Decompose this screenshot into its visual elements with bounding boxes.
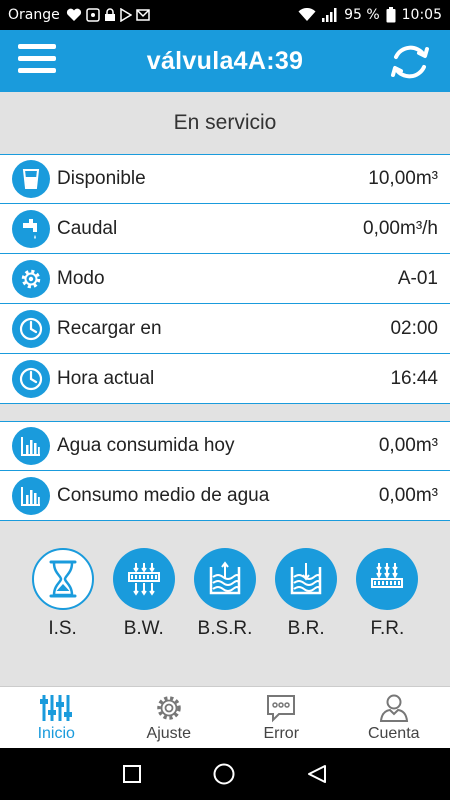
page-title: válvula4A:39: [146, 46, 304, 75]
bar-chart-icon: [12, 476, 50, 515]
clock-icon: [12, 309, 50, 348]
mode-label: B.R.: [287, 618, 325, 639]
clock-time: 10:05: [401, 7, 442, 23]
row-label: Recargar en: [57, 317, 162, 339]
bottom-nav: Inicio Ajuste Error Cuenta: [0, 686, 450, 748]
mode-buttons: I.S. B.W. B.S.R. B.R. F.R.: [0, 548, 450, 658]
row-label: Agua consumida hoy: [57, 435, 235, 456]
row-value: A-01: [397, 267, 438, 289]
service-status: En servicio: [0, 92, 450, 154]
hourglass-icon: [31, 548, 94, 610]
mode-label: I.S.: [48, 618, 77, 639]
notification-icons: [66, 8, 150, 22]
play-store-icon: [119, 8, 132, 22]
row-value: 10,00m³: [368, 168, 438, 189]
bar-chart-icon: [12, 427, 50, 465]
mode-br-button[interactable]: B.R.: [275, 548, 338, 658]
tab-ajuste[interactable]: Ajuste: [113, 687, 226, 748]
gear-icon: [12, 259, 50, 298]
mail-icon: [135, 9, 150, 21]
gear-icon: [157, 696, 181, 720]
row-label: Hora actual: [57, 367, 155, 389]
water-glass-icon: [12, 160, 50, 198]
mode-label: F.R.: [370, 618, 405, 639]
row-label: Caudal: [57, 217, 118, 239]
mode-fr-button[interactable]: F.R.: [356, 548, 419, 658]
hamburger-menu-icon[interactable]: [18, 44, 56, 78]
row-value: 0,00m³/h: [363, 217, 438, 239]
mode-is-button[interactable]: I.S.: [31, 548, 94, 658]
brine-refill-icon: [275, 548, 338, 610]
brine-suction-icon: [193, 548, 256, 610]
refresh-icon[interactable]: [388, 40, 432, 84]
row-label: Disponible: [57, 168, 146, 189]
row-recargar[interactable]: Recargar en 02:00: [0, 304, 450, 354]
battery-icon: [386, 7, 396, 23]
consumption-list: Agua consumida hoy 0,00m³ Consumo medio …: [0, 421, 450, 521]
signal-icon: [322, 8, 337, 22]
row-value: 0,00m³: [378, 484, 438, 506]
carrier-label: Orange: [8, 7, 60, 23]
clock-icon: [12, 359, 50, 398]
row-hora-actual[interactable]: Hora actual 16:44: [0, 354, 450, 404]
mode-bw-button[interactable]: B.W.: [112, 548, 175, 658]
app-bar: válvula4A:39: [0, 30, 450, 92]
tab-label: Error: [263, 725, 300, 742]
tab-inicio[interactable]: Inicio: [0, 687, 113, 748]
recent-apps-icon[interactable]: [122, 764, 142, 784]
mode-label: B.S.R.: [197, 618, 253, 639]
row-label: Consumo medio de agua: [57, 484, 270, 506]
row-consumo-medio[interactable]: Consumo medio de agua 0,00m³: [0, 471, 450, 521]
tab-label: Cuenta: [367, 725, 420, 742]
wifi-icon: [298, 8, 316, 21]
tab-error[interactable]: Error: [225, 687, 338, 748]
row-label: Modo: [57, 267, 105, 289]
tab-label: Inicio: [37, 725, 75, 742]
tab-cuenta[interactable]: Cuenta: [338, 687, 450, 748]
info-list: Disponible 10,00m³ Caudal 0,00m³/h Modo …: [0, 154, 450, 404]
user-icon: [379, 694, 408, 722]
message-icon: [267, 695, 296, 723]
row-caudal[interactable]: Caudal 0,00m³/h: [0, 204, 450, 254]
faucet-icon: [12, 209, 50, 248]
mode-label: B.W.: [123, 618, 164, 639]
row-value: 16:44: [390, 367, 438, 389]
home-icon[interactable]: [212, 762, 236, 786]
row-modo[interactable]: Modo A-01: [0, 254, 450, 304]
lock-icon: [104, 8, 115, 21]
status-bar: Orange 95 % 10:05: [0, 0, 450, 30]
sliders-icon: [40, 695, 73, 721]
system-nav-bar: [0, 748, 450, 800]
battery-percent: 95 %: [344, 7, 380, 23]
backwash-icon: [112, 548, 175, 610]
mode-bsr-button[interactable]: B.S.R.: [193, 548, 256, 658]
row-disponible[interactable]: Disponible 10,00m³: [0, 154, 450, 204]
settings-notification-icon: [85, 8, 100, 22]
fast-rinse-icon: [356, 548, 419, 610]
tab-label: Ajuste: [146, 725, 191, 742]
row-value: 02:00: [390, 317, 438, 339]
back-icon[interactable]: [306, 763, 328, 785]
heart-rate-icon: [66, 8, 81, 21]
row-agua-consumida[interactable]: Agua consumida hoy 0,00m³: [0, 421, 450, 471]
row-value: 0,00m³: [378, 435, 438, 456]
